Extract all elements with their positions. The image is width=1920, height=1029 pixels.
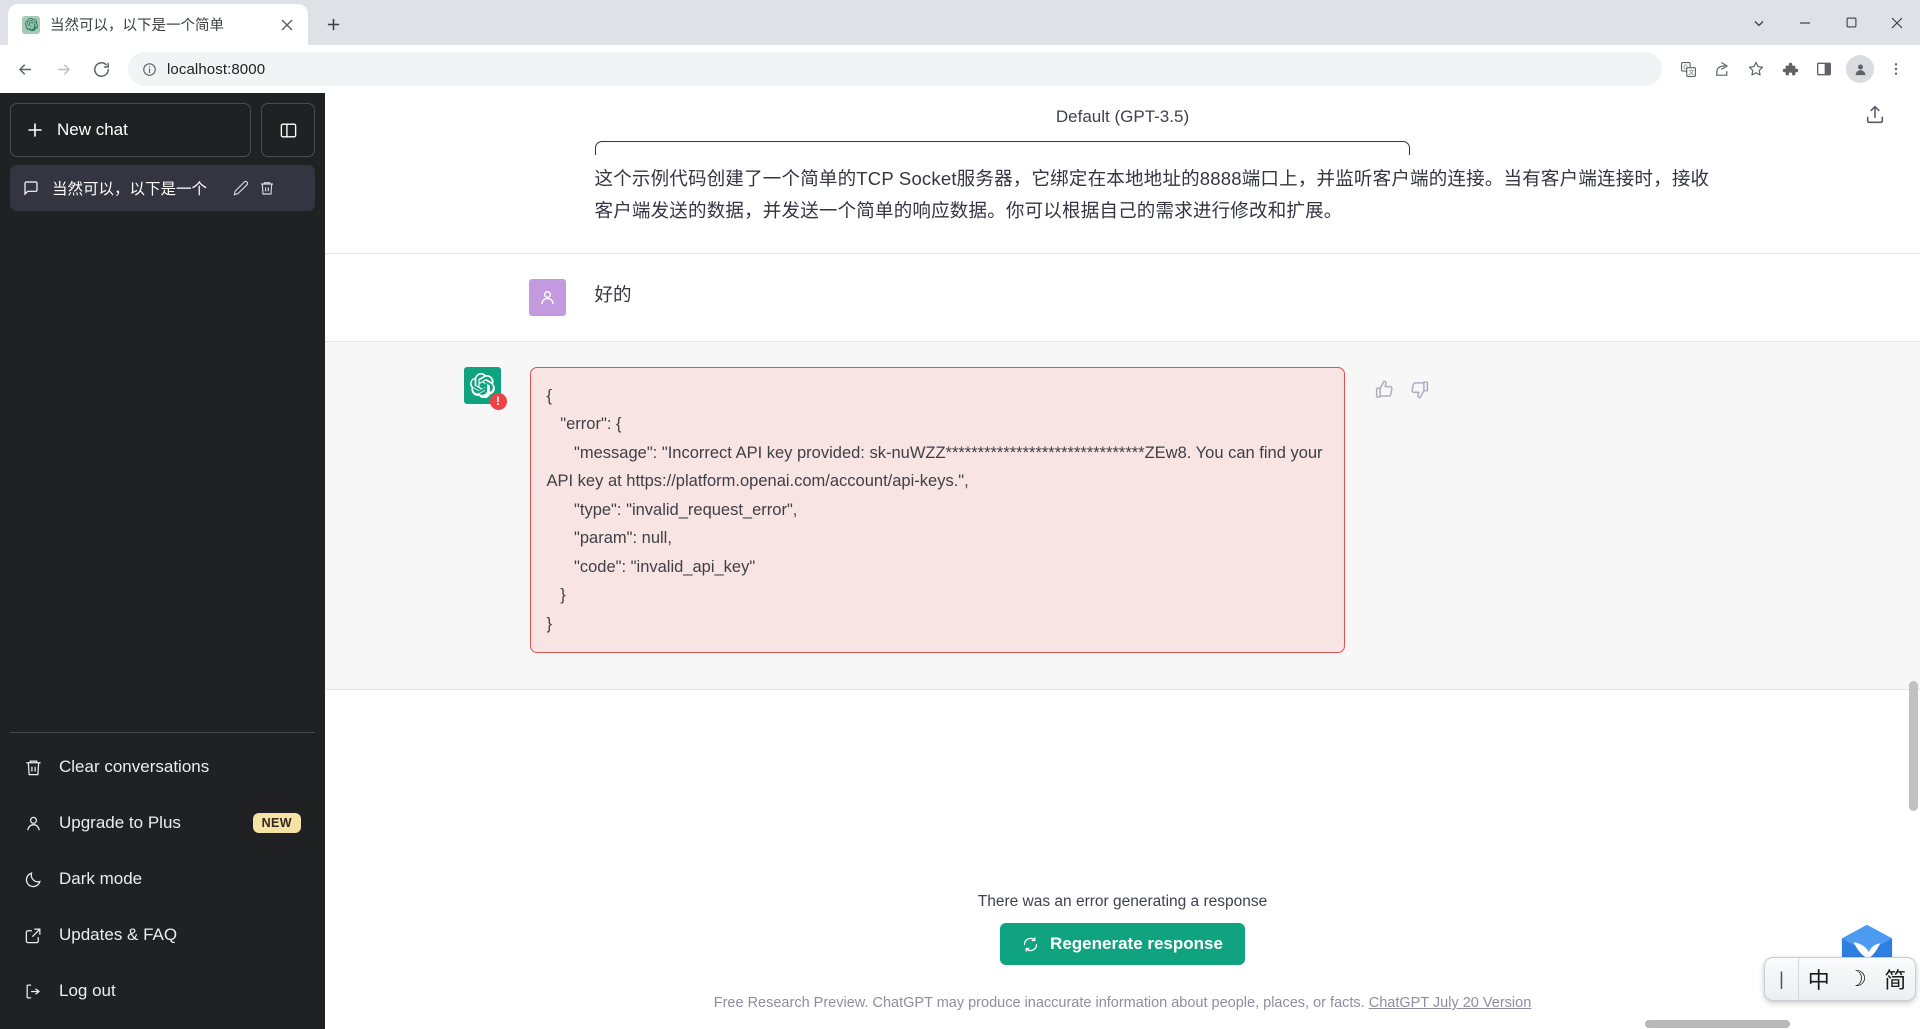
kebab-menu-icon[interactable]	[1880, 53, 1912, 85]
model-title: Default (GPT-3.5)	[1055, 107, 1190, 126]
bookmark-star-icon[interactable]	[1740, 53, 1772, 85]
side-panel-icon[interactable]	[1808, 53, 1840, 85]
horizontal-scrollbar[interactable]	[1645, 1020, 1790, 1028]
plus-icon	[27, 122, 43, 138]
sidebar-item-clear-conversations[interactable]: Clear conversations	[10, 739, 315, 795]
conversation-actions	[233, 180, 275, 196]
error-json-block: { "error": { "message": "Incorrect API k…	[529, 366, 1345, 654]
url-text: localhost:8000	[167, 60, 266, 78]
browser-tab[interactable]: 当然可以，以下是一个简单	[8, 4, 308, 45]
error-badge: !	[489, 392, 507, 410]
status-badge: NEW	[252, 813, 301, 833]
avatar	[528, 278, 566, 316]
openai-logo-icon	[22, 15, 40, 34]
trash-icon[interactable]	[259, 180, 275, 196]
translate-icon[interactable]: G 文	[1672, 53, 1704, 85]
sidebar-item-updates-and-faq[interactable]: Updates & FAQ	[10, 907, 315, 963]
ime-cursor-icon[interactable]: 丨	[1765, 958, 1799, 1000]
sidebar-item-upgrade-to-plus[interactable]: Upgrade to Plus NEW	[10, 795, 315, 851]
sidebar-footer: Clear conversations Upgrade to Plus NEW …	[10, 732, 315, 1019]
conversation-list: 当然可以，以下是一个	[10, 165, 315, 732]
sidebar-item-label: Upgrade to Plus	[59, 813, 181, 832]
vertical-scrollbar[interactable]	[1909, 681, 1918, 811]
share-icon[interactable]	[1706, 53, 1738, 85]
forward-arrow-icon[interactable]	[46, 52, 80, 86]
code-block-top-edge	[594, 141, 1410, 155]
regenerate-response-button[interactable]: Regenerate response	[1000, 923, 1245, 965]
toolbar-actions: G 文	[1672, 53, 1912, 85]
ime-language-toggle[interactable]: 中	[1799, 958, 1838, 1000]
sidebar-item-dark-mode[interactable]: Dark mode	[10, 851, 315, 907]
maximize-icon[interactable]	[1828, 0, 1874, 45]
error-note: There was an error generating a response	[977, 893, 1268, 910]
new-chat-label: New chat	[57, 120, 128, 139]
extensions-puzzle-icon[interactable]	[1774, 53, 1806, 85]
thumbs-down-icon[interactable]	[1409, 379, 1430, 400]
sidebar-panel-icon	[279, 121, 298, 140]
sidebar-item-label: Log out	[59, 981, 116, 1000]
window-controls	[1736, 0, 1920, 45]
rating-actions	[1374, 367, 1430, 654]
avatar: !	[463, 366, 507, 410]
ime-moon-icon[interactable]: ☽	[1838, 958, 1875, 1000]
moon-icon	[24, 870, 43, 889]
new-tab-button[interactable]	[316, 7, 350, 41]
new-chat-button[interactable]: New chat	[10, 103, 251, 157]
chat-header: Default (GPT-3.5)	[325, 93, 1920, 141]
address-bar[interactable]: localhost:8000	[128, 52, 1662, 86]
sidebar: New chat 当然可以，以下是一个 Clear conversations …	[0, 93, 325, 1029]
toggle-sidebar-button[interactable]	[261, 103, 315, 157]
version-link[interactable]: ChatGPT July 20 Version	[1369, 995, 1532, 1011]
openai-logo-icon	[469, 372, 495, 398]
chat-bubble-icon	[23, 180, 39, 196]
sidebar-item-label: Clear conversations	[59, 757, 210, 776]
sidebar-item-log-out[interactable]: Log out	[10, 963, 315, 1019]
trash-icon	[24, 758, 43, 777]
sidebar-item-label: Updates & FAQ	[59, 925, 178, 944]
thumbs-up-icon[interactable]	[1374, 379, 1395, 400]
browser-window: 当然可以，以下是一个简单 localhost:8000 G 文 New chat…	[0, 0, 1920, 1029]
svg-text:文: 文	[1688, 68, 1694, 76]
refresh-icon	[1022, 936, 1039, 953]
window-close-icon[interactable]	[1874, 0, 1920, 45]
external-link-icon	[24, 926, 43, 945]
sidebar-top: New chat	[10, 103, 315, 157]
share-upload-icon[interactable]	[1864, 104, 1886, 131]
person-icon	[24, 814, 43, 833]
composer-footer: There was an error generating a response…	[325, 863, 1920, 1029]
person-icon	[538, 288, 557, 307]
info-circle-icon[interactable]	[142, 62, 157, 77]
disclaimer-text: Free Research Preview. ChatGPT may produ…	[713, 995, 1369, 1011]
message-user: 好的	[325, 252, 1920, 341]
conversation-title: 当然可以，以下是一个	[52, 181, 208, 198]
browser-toolbar: localhost:8000 G 文	[0, 45, 1920, 93]
reload-icon[interactable]	[84, 52, 118, 86]
chatgpt-app: New chat 当然可以，以下是一个 Clear conversations …	[0, 93, 1920, 1029]
main-panel: Default (GPT-3.5) 这个示例代码创建了一个简单的TCP Sock…	[325, 93, 1920, 1029]
chevron-down-icon[interactable]	[1736, 0, 1782, 45]
profile-avatar-icon[interactable]	[1846, 55, 1874, 83]
minimize-icon[interactable]	[1782, 0, 1828, 45]
disclaimer: Free Research Preview. ChatGPT may produ…	[714, 995, 1532, 1011]
logout-icon	[24, 982, 43, 1001]
message-assistant-error: ! { "error": { "message": "Incorrect API…	[325, 340, 1920, 691]
sidebar-item-label: Dark mode	[59, 869, 143, 888]
ime-toolbar[interactable]: 丨 中 ☽ 简	[1764, 957, 1916, 1001]
message-text: 好的	[594, 283, 632, 305]
conversation-item[interactable]: 当然可以，以下是一个	[10, 165, 315, 211]
tab-strip: 当然可以，以下是一个简单	[0, 0, 1920, 45]
ime-simplified-toggle[interactable]: 简	[1876, 958, 1915, 1000]
message-assistant: 这个示例代码创建了一个简单的TCP Socket服务器，它绑定在本地地址的888…	[325, 155, 1920, 253]
close-icon[interactable]	[276, 14, 298, 36]
tab-title: 当然可以，以下是一个简单	[50, 18, 224, 34]
message-text: 这个示例代码创建了一个简单的TCP Socket服务器，它绑定在本地地址的888…	[594, 168, 1710, 221]
pencil-icon[interactable]	[233, 180, 249, 196]
message-thread[interactable]: 这个示例代码创建了一个简单的TCP Socket服务器，它绑定在本地地址的888…	[325, 141, 1920, 863]
regenerate-label: Regenerate response	[1050, 934, 1223, 953]
back-arrow-icon[interactable]	[8, 52, 42, 86]
